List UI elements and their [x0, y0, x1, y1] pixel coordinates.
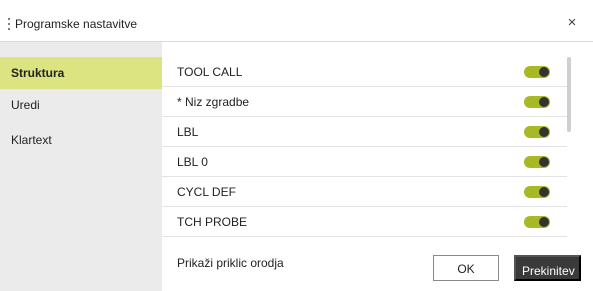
toggle-knob	[539, 97, 549, 107]
toggle-knob	[539, 67, 549, 77]
toggle-knob	[539, 187, 549, 197]
sidebar-item-klartext[interactable]: Klartext	[0, 124, 162, 156]
dialog-titlebar: Programske nastavitve ×	[0, 6, 593, 42]
sidebar: Struktura Uredi Klartext	[0, 42, 162, 291]
toggle-switch[interactable]	[524, 126, 550, 138]
ok-button[interactable]: OK	[433, 255, 499, 281]
scrollbar[interactable]	[567, 57, 571, 132]
toggle-switch[interactable]	[524, 216, 550, 228]
toggle-switch[interactable]	[524, 186, 550, 198]
setting-label: * Niz zgradbe	[177, 95, 250, 109]
sidebar-item-uredi[interactable]: Uredi	[0, 89, 162, 121]
setting-row-cycl-def: CYCL DEF	[162, 177, 567, 207]
toggle-switch[interactable]	[524, 66, 550, 78]
program-settings-dialog: Programske nastavitve × Struktura Uredi …	[0, 0, 593, 291]
drag-handle-icon[interactable]	[7, 18, 11, 30]
toggle-knob	[539, 217, 549, 227]
toggle-knob	[539, 157, 549, 167]
sidebar-item-struktura[interactable]: Struktura	[0, 57, 162, 89]
toggle-switch[interactable]	[524, 96, 550, 108]
setting-row-tool-call: TOOL CALL	[162, 57, 567, 87]
close-icon[interactable]: ×	[563, 14, 581, 32]
setting-row-niz-zgradbe: * Niz zgradbe	[162, 87, 567, 117]
setting-row-lbl: LBL	[162, 117, 567, 147]
toggle-knob	[539, 127, 549, 137]
setting-label: LBL 0	[177, 155, 208, 169]
settings-panel: TOOL CALL * Niz zgradbe LBL LBL 0 CYCL D…	[162, 42, 593, 291]
dialog-title: Programske nastavitve	[15, 17, 138, 31]
toggle-switch[interactable]	[524, 156, 550, 168]
setting-label: LBL	[177, 125, 199, 139]
cancel-button[interactable]: Prekinitev	[514, 255, 581, 281]
show-tool-call-label: Prikaži priklic orodja	[177, 256, 284, 270]
setting-label: CYCL DEF	[177, 185, 236, 199]
setting-label: TCH PROBE	[177, 215, 248, 229]
setting-row-lbl-0: LBL 0	[162, 147, 567, 177]
setting-label: TOOL CALL	[177, 65, 243, 79]
setting-row-tch-probe: TCH PROBE	[162, 207, 567, 237]
